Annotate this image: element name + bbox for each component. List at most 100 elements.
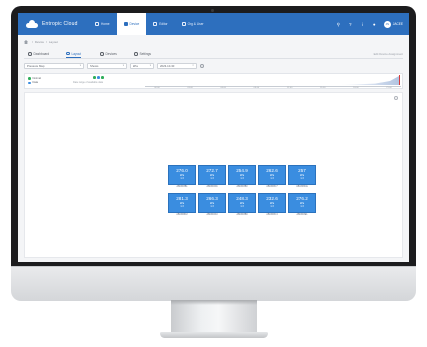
view-select[interactable]: Pressure Map ▾ <box>24 62 84 69</box>
device-tile[interactable]: 262.6 kPa 1.3 AB03F8C7 <box>258 165 286 191</box>
device-id: AB03F8D2 <box>176 214 188 216</box>
device-tile[interactable]: 276.2 kPa 1.3 AB03F8E1 <box>288 193 316 219</box>
current-time-marker[interactable] <box>398 75 400 85</box>
device-tile[interactable]: 257 kPa 1.3 AB03F8CE <box>288 165 316 191</box>
dashboard-icon <box>28 52 32 56</box>
layout-canvas[interactable]: 276.0 kPa 1.3 AB03F8B1 272.7 kPa 1.3 AB03F8A6 25… <box>24 92 403 258</box>
device-tile[interactable]: 232.6 kPa 1.3 AB03F8C4 <box>258 193 286 219</box>
chevron-down-icon: ▾ <box>149 64 151 67</box>
select-value: 2023-10-30 <box>160 63 175 68</box>
breadcrumb-separator: / <box>46 40 47 44</box>
device-id: AB03F8A3 <box>206 214 218 216</box>
device-tile[interactable]: 254.9 kPa 1.3 AB03F8B0 <box>228 165 256 191</box>
nav-item-device[interactable]: Device <box>116 13 147 35</box>
timeline-strip: Normal Data Date range of available data… <box>24 73 403 89</box>
legend-label: Normal <box>32 76 41 80</box>
zoom-icon[interactable] <box>394 96 398 100</box>
device-tile[interactable]: 276.0 kPa 1.3 AB03F8B1 <box>168 165 196 191</box>
nav-item-org-user[interactable]: Org & User <box>175 13 211 35</box>
device-box: 248.3 kPa 1.3 <box>228 193 256 213</box>
tick-label: 15:00 <box>319 87 326 89</box>
tick-label: 18:00 <box>353 87 359 89</box>
date-picker[interactable]: 2023-10-30 □ <box>157 62 197 69</box>
timeline-legend: Normal Data <box>28 76 41 85</box>
timeline-subtitle: Date range of available data <box>73 81 103 84</box>
cloud-logo-icon <box>26 20 38 28</box>
breadcrumb: / Device / Layout <box>24 39 58 45</box>
nav-item-home[interactable]: Home <box>88 13 117 35</box>
tabs-bar: Dashboard Layout Devices Settings Edit D… <box>24 50 403 59</box>
device-id: AB03F8CE <box>296 186 308 188</box>
brand[interactable]: Entropic Cloud <box>26 18 78 30</box>
nav-item-editor[interactable]: Editor <box>146 13 174 35</box>
top-nav: Entropic Cloud Home Device Editor Org & <box>18 13 409 35</box>
device-icon <box>123 22 128 26</box>
nav-right: ⚲ ? i ● JS JACEE <box>329 13 403 35</box>
org-user-icon <box>181 22 186 26</box>
device-sub: 1.3 <box>240 177 244 181</box>
notification-icon[interactable]: ● <box>372 22 377 27</box>
breadcrumb-item-device[interactable]: Device <box>35 40 44 44</box>
monitor-foot <box>160 332 268 338</box>
nav-item-label: Home <box>101 22 110 26</box>
tick-label: 06:00 <box>220 87 227 89</box>
device-box: 281.3 kPa 1.3 <box>168 193 196 213</box>
tick-label: 03:00 <box>187 87 193 89</box>
user-name[interactable]: JACEE <box>393 22 403 26</box>
device-value: 232.6 <box>266 196 278 201</box>
mode-select[interactable]: Shows ▾ <box>87 62 127 69</box>
device-box: 262.6 kPa 1.3 <box>258 165 286 185</box>
tab-devices[interactable]: Devices <box>100 50 117 58</box>
device-tile[interactable]: 281.3 kPa 1.3 AB03F8D2 <box>168 193 196 219</box>
unit-select[interactable]: kPa ▾ <box>130 62 154 69</box>
tab-dashboard[interactable]: Dashboard <box>28 50 49 58</box>
device-tile[interactable]: 272.7 kPa 1.3 AB03F8A6 <box>198 165 226 191</box>
tab-layout[interactable]: Layout <box>66 50 82 58</box>
search-icon[interactable]: ⚲ <box>336 22 341 27</box>
device-tile[interactable]: 248.3 kPa 1.3 AB03F8B9 <box>228 193 256 219</box>
home-icon[interactable] <box>24 40 28 44</box>
tab-label: Devices <box>105 52 117 56</box>
breadcrumb-separator: / <box>32 40 33 44</box>
time-range-slider[interactable]: 00:00 03:00 06:00 09:00 12:00 15:00 18:00 21:00 <box>145 75 401 89</box>
device-value: 276.2 <box>296 196 308 201</box>
device-box: 276.0 kPa 1.3 <box>168 165 196 185</box>
monitor-stand <box>171 300 257 334</box>
device-id: AB03F8B9 <box>236 214 248 216</box>
home-icon <box>95 22 99 26</box>
info-icon[interactable]: i <box>360 22 365 27</box>
device-value: 257 <box>298 168 306 173</box>
device-sub: 1.3 <box>210 205 214 209</box>
devices-icon <box>100 52 104 56</box>
device-sub: 1.3 <box>270 177 274 181</box>
device-value: 254.9 <box>236 168 248 173</box>
tick-label: 21:00 <box>386 87 392 89</box>
status-indicators <box>93 76 105 79</box>
breadcrumb-item-layout: Layout <box>48 40 58 44</box>
device-sub: 1.3 <box>300 205 304 209</box>
brand-name: Entropic Cloud <box>42 21 78 27</box>
nav-item-label: Editor <box>159 22 168 26</box>
edit-assignment-link[interactable]: Edit Device Assignment <box>374 50 403 58</box>
device-value: 248.3 <box>236 196 248 201</box>
device-tile[interactable]: 266.3 kPa 1.3 AB03F8A3 <box>198 193 226 219</box>
help-icon[interactable]: ? <box>348 22 353 27</box>
stand-shadow <box>171 300 257 305</box>
device-box: 232.6 kPa 1.3 <box>258 193 286 213</box>
tab-label: Layout <box>71 51 82 56</box>
tick-label: 12:00 <box>286 87 293 89</box>
legend-dot <box>28 77 31 80</box>
avatar[interactable]: JS <box>383 20 391 28</box>
refresh-icon[interactable] <box>200 63 204 68</box>
data-density-area <box>339 76 399 85</box>
app-screen: Entropic Cloud Home Device Editor Org & <box>18 13 409 262</box>
nav-item-label: Device <box>129 22 140 26</box>
nav-items: Home Device Editor Org & User <box>88 13 211 35</box>
camera-icon <box>211 9 214 12</box>
device-sub: 1.3 <box>240 205 244 209</box>
device-value: 262.6 <box>266 168 278 173</box>
editor-icon <box>153 22 158 26</box>
device-value: 281.3 <box>176 196 188 201</box>
tab-settings[interactable]: Settings <box>134 50 151 58</box>
time-axis <box>145 85 401 86</box>
